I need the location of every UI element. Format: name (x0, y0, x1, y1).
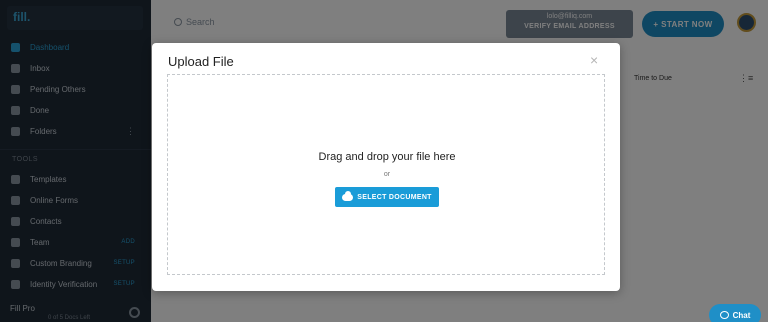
close-icon[interactable]: × (590, 52, 598, 68)
or-text: or (383, 171, 391, 178)
chat-label: Chat (732, 310, 751, 320)
upload-file-modal: Upload File × Drag and drop your file he… (152, 43, 620, 291)
chat-bubble-icon (719, 311, 729, 319)
modal-title: Upload File (168, 54, 234, 69)
chat-button[interactable]: Chat (709, 304, 761, 322)
select-document-label: SELECT DOCUMENT (357, 193, 432, 201)
cloud-upload-icon (342, 190, 354, 201)
drag-drop-text: Drag and drop your file here (318, 151, 456, 163)
select-document-button[interactable]: SELECT DOCUMENT (335, 187, 439, 207)
file-dropzone[interactable]: Drag and drop your file here or SELECT D… (167, 74, 605, 275)
